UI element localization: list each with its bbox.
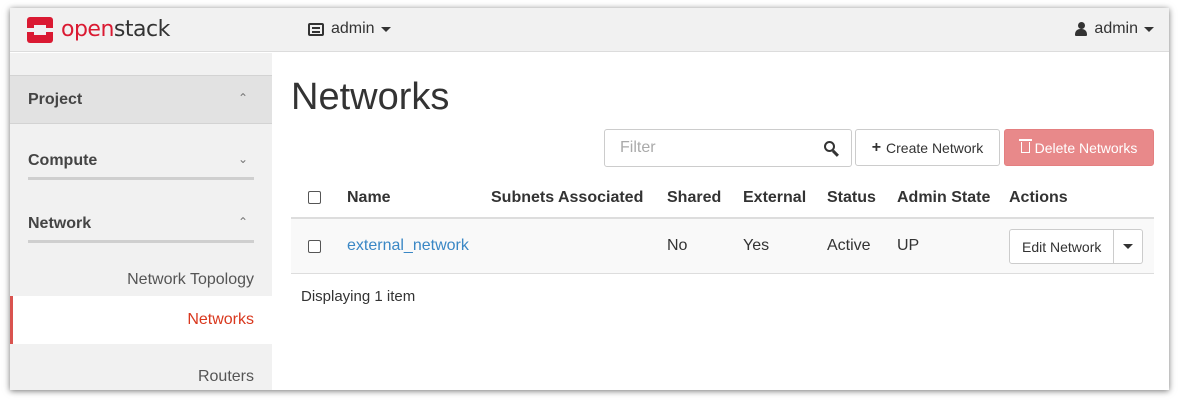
project-switcher[interactable]: admin (308, 20, 391, 38)
column-header-actions: Actions (1009, 189, 1068, 206)
column-header-admin-state[interactable]: Admin State (897, 189, 990, 207)
caret-down-icon (1144, 26, 1154, 32)
cell-external: Yes (743, 237, 770, 254)
sidebar-section-label: Project (28, 91, 83, 108)
caret-down-icon (1123, 244, 1134, 249)
chevron-up-icon: ⌃ (237, 215, 248, 229)
sidebar-item-routers[interactable]: Routers (198, 368, 254, 386)
brand-stack-text: stack (113, 17, 170, 42)
brand-name: openstack (61, 19, 170, 41)
cell-shared: No (667, 237, 688, 254)
table-row: external_network No Yes Active UP Edit N… (291, 219, 1154, 274)
chevron-up-icon: ⌃ (237, 91, 248, 105)
sidebar: Project ⌃ Compute ⌄ Network ⌃ Network To… (10, 53, 272, 390)
cell-admin-state: UP (897, 237, 920, 254)
section-divider (28, 240, 254, 243)
select-all-checkbox[interactable] (308, 191, 321, 204)
column-header-name[interactable]: Name (347, 189, 391, 207)
filter-input[interactable] (605, 130, 815, 166)
delete-networks-label: Delete Networks (1034, 139, 1138, 156)
networks-table: Name Subnets Associated Shared External … (291, 175, 1154, 274)
user-menu-label: admin (1094, 20, 1138, 37)
column-header-subnets[interactable]: Subnets Associated (491, 189, 643, 207)
sidebar-item-networks[interactable]: Networks (10, 296, 272, 344)
caret-down-icon (380, 26, 391, 32)
column-header-status[interactable]: Status (827, 189, 876, 207)
network-name-link[interactable]: external_network (347, 237, 469, 255)
openstack-logo-icon (27, 17, 53, 43)
edit-network-button[interactable]: Edit Network (1009, 229, 1115, 264)
brand-logo[interactable]: openstack (27, 15, 170, 45)
project-switcher-label: admin (331, 20, 375, 37)
cell-status: Active (827, 237, 871, 254)
column-header-external[interactable]: External (743, 189, 806, 207)
sidebar-section-label: Network (28, 215, 92, 232)
section-divider (28, 177, 254, 180)
table-header: Name Subnets Associated Shared External … (291, 175, 1154, 219)
chevron-down-icon: ⌄ (237, 152, 248, 166)
table-footer-count: Displaying 1 item (301, 288, 416, 305)
delete-networks-button[interactable]: Delete Networks (1004, 129, 1154, 166)
user-icon (1075, 22, 1088, 36)
column-header-shared[interactable]: Shared (667, 189, 721, 207)
project-icon (308, 22, 324, 36)
sidebar-item-network-topology[interactable]: Network Topology (127, 271, 254, 289)
app-window: openstack admin admin Project ⌃ Compute … (10, 8, 1169, 390)
row-checkbox[interactable] (308, 240, 321, 253)
sidebar-section-project[interactable]: Project ⌃ (10, 75, 272, 124)
page-title: Networks (291, 76, 450, 118)
filter-box (604, 129, 852, 167)
create-network-label: Create Network (886, 139, 984, 156)
row-actions: Edit Network (1009, 229, 1144, 264)
top-navbar: openstack admin admin (10, 8, 1169, 52)
create-network-button[interactable]: + Create Network (855, 129, 1000, 166)
main-content: Networks + Create Network Delete Network… (272, 53, 1169, 390)
user-menu[interactable]: admin (1075, 20, 1154, 38)
row-actions-dropdown-toggle[interactable] (1114, 229, 1144, 264)
trash-icon (1018, 139, 1032, 153)
sidebar-section-label: Compute (28, 152, 98, 169)
sidebar-item-label: Networks (187, 311, 254, 328)
brand-open-text: open (61, 17, 114, 42)
search-icon[interactable] (824, 141, 839, 157)
plus-icon: + (871, 138, 882, 156)
